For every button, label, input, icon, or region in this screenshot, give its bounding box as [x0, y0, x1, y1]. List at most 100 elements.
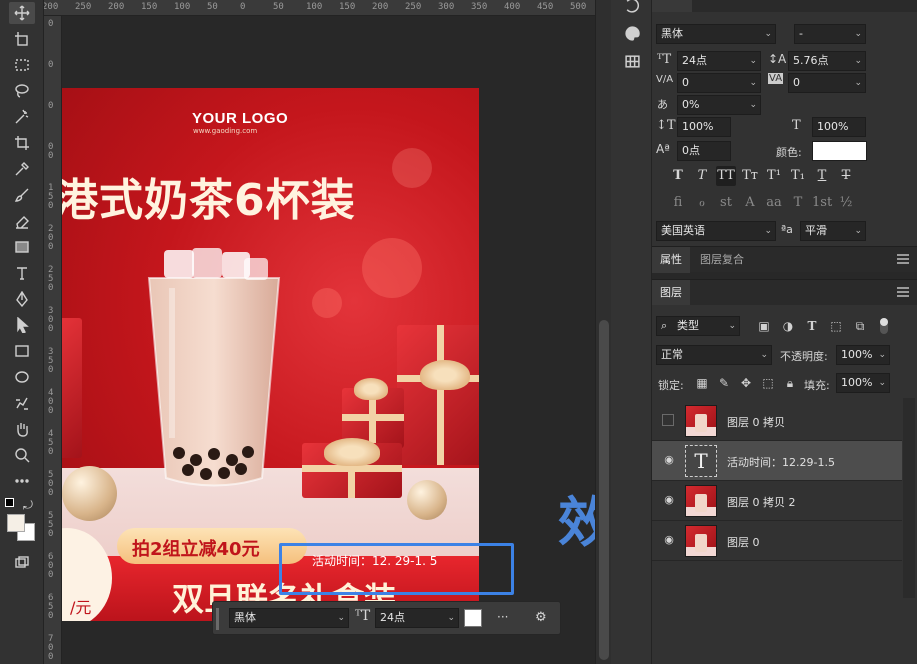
layer-row[interactable]: 图层 0 拷贝	[652, 401, 902, 441]
ctx-color-swatch[interactable]	[464, 609, 482, 627]
contextual-alternates-button[interactable]: st	[716, 193, 736, 213]
layer-filter-select[interactable]: ⌕ 类型 ⌄	[656, 316, 740, 336]
swash-button[interactable]: A	[740, 193, 760, 213]
canvas-vertical-scrollbar[interactable]	[595, 0, 611, 664]
lasso-tool-icon[interactable]	[9, 80, 35, 102]
blend-mode-select[interactable]: 正常 ⌄	[656, 345, 772, 365]
scrollbar-thumb[interactable]	[599, 320, 609, 660]
layer-row[interactable]: ◉ 图层 0 拷贝 2	[652, 481, 902, 521]
vertical-scale-field[interactable]: 100%	[677, 117, 731, 137]
layer-row[interactable]: ◉ 图层 0	[652, 521, 902, 561]
stylistic-alternates-button[interactable]: aa	[764, 193, 784, 213]
artboard-tool-icon[interactable]	[9, 28, 35, 50]
pen-tool-icon[interactable]	[9, 288, 35, 310]
tab-layers[interactable]: 图层	[652, 280, 690, 306]
screen-mode-icon[interactable]	[9, 552, 35, 574]
text-bounding-box[interactable]	[279, 543, 514, 595]
panel-menu-icon[interactable]	[897, 287, 909, 297]
magic-wand-tool-icon[interactable]	[9, 106, 35, 128]
layer-name[interactable]: 图层 0 拷贝	[727, 414, 785, 430]
lock-transparent-icon[interactable]: ▦	[694, 375, 710, 391]
layer-row[interactable]: ◉ T 活动时间：12.29-1.5	[652, 441, 902, 481]
chevron-down-icon: ⌄	[749, 100, 757, 110]
kerning-select[interactable]: 0 ⌄	[677, 73, 761, 93]
leading-select[interactable]: 5.76点 ⌄	[788, 51, 866, 71]
underline-button[interactable]: T	[812, 166, 832, 186]
tab-properties[interactable]: 属性	[652, 247, 690, 273]
zoom-tool-icon[interactable]	[9, 444, 35, 466]
color-palette-icon[interactable]	[619, 22, 645, 44]
ordinals-button[interactable]: 1st	[812, 193, 832, 213]
filter-shape-icon[interactable]: ⬚	[828, 318, 844, 334]
crop-tool-icon[interactable]	[9, 132, 35, 154]
eye-icon[interactable]: ◉	[662, 454, 676, 466]
more-options-button[interactable]: ···	[497, 610, 508, 624]
default-colors-icon[interactable]	[5, 498, 14, 507]
tsume-select[interactable]: 0% ⌄	[677, 95, 761, 115]
ctx-size-select[interactable]: 24点 ⌄	[375, 608, 459, 628]
opacity-field[interactable]: 100% ⌄	[836, 345, 890, 365]
eye-icon[interactable]: ◉	[662, 534, 676, 546]
layer-name[interactable]: 图层 0	[727, 534, 760, 550]
text-color-swatch[interactable]	[812, 141, 867, 161]
ellipse-tool-icon[interactable]	[9, 366, 35, 388]
lock-position-icon[interactable]: ✥	[738, 375, 754, 391]
panel-menu-icon[interactable]	[897, 254, 909, 264]
horizontal-scale-field[interactable]: 100%	[812, 117, 866, 137]
move-tool-icon[interactable]	[9, 2, 35, 24]
font-style-select[interactable]: - ⌄	[794, 24, 866, 44]
superscript-button[interactable]: T¹	[764, 166, 784, 186]
tracking-select[interactable]: 0 ⌄	[788, 73, 866, 93]
layer-name[interactable]: 活动时间：12.29-1.5	[727, 454, 835, 470]
gradient-tool-icon[interactable]	[9, 236, 35, 258]
filter-adjustment-icon[interactable]: ◑	[780, 318, 796, 334]
eyedropper-tool-icon[interactable]	[9, 158, 35, 180]
strikethrough-button[interactable]: T	[836, 166, 856, 186]
drag-handle[interactable]	[216, 608, 219, 630]
foreground-color-swatch[interactable]	[7, 514, 25, 532]
puppet-warp-tool-icon[interactable]	[9, 392, 35, 414]
ligatures-button[interactable]: fi	[668, 193, 688, 213]
filter-type-icon[interactable]: T	[804, 318, 820, 334]
visibility-toggle-off[interactable]	[662, 414, 674, 426]
path-selection-tool-icon[interactable]	[9, 314, 35, 336]
rectangle-tool-icon[interactable]	[9, 340, 35, 362]
all-caps-button[interactable]: TT	[716, 166, 736, 186]
lock-all-icon[interactable]: 🔒︎	[782, 375, 798, 391]
hand-tool-icon[interactable]	[9, 418, 35, 440]
fractions-button[interactable]: ½	[836, 193, 856, 213]
eraser-tool-icon[interactable]	[9, 210, 35, 232]
history-icon[interactable]	[619, 0, 645, 16]
layers-scrollbar[interactable]	[903, 398, 915, 598]
subscript-button[interactable]: T₁	[788, 166, 808, 186]
faux-bold-button[interactable]: T	[668, 166, 688, 186]
tab-character[interactable]	[652, 0, 692, 12]
titling-alternates-button[interactable]: T	[788, 193, 808, 213]
discretionary-ligatures-button[interactable]: ℴ	[692, 193, 712, 213]
brush-tool-icon[interactable]	[9, 184, 35, 206]
antialias-select[interactable]: 平滑 ⌄	[800, 221, 866, 241]
lock-image-icon[interactable]: ✎	[716, 375, 732, 391]
layer-name[interactable]: 图层 0 拷贝 2	[727, 494, 796, 510]
fill-field[interactable]: 100% ⌄	[836, 373, 890, 393]
tab-layer-comps[interactable]: 图层复合	[692, 247, 752, 273]
language-select[interactable]: 美国英语 ⌄	[656, 221, 776, 241]
baseline-shift-field[interactable]: 0点	[677, 141, 731, 161]
font-size-select[interactable]: 24点 ⌄	[677, 51, 761, 71]
marquee-tool-icon[interactable]	[9, 54, 35, 76]
type-tool-icon[interactable]	[9, 262, 35, 284]
eye-icon[interactable]: ◉	[662, 494, 676, 506]
lock-artboard-icon[interactable]: ⬚	[760, 375, 776, 391]
more-tools-icon[interactable]	[9, 470, 35, 492]
filter-toggle[interactable]	[880, 318, 888, 334]
filter-smart-object-icon[interactable]: ⧉	[852, 318, 868, 334]
swatches-grid-icon[interactable]	[619, 50, 645, 72]
filter-pixel-icon[interactable]: ▣	[756, 318, 772, 334]
faux-italic-button[interactable]: T	[692, 166, 712, 186]
document-artwork[interactable]: YOUR LOGO www.gaoding.com 港式奶茶6杯装 /元 拍2组…	[62, 88, 479, 621]
font-family-select[interactable]: 黑体 ⌄	[656, 24, 776, 44]
settings-sliders-icon[interactable]: ⚙	[535, 610, 547, 625]
small-caps-button[interactable]: Tт	[740, 166, 760, 186]
ctx-font-select[interactable]: 黑体 ⌄	[229, 608, 349, 628]
swap-colors-icon[interactable]: ⤾	[20, 494, 36, 516]
